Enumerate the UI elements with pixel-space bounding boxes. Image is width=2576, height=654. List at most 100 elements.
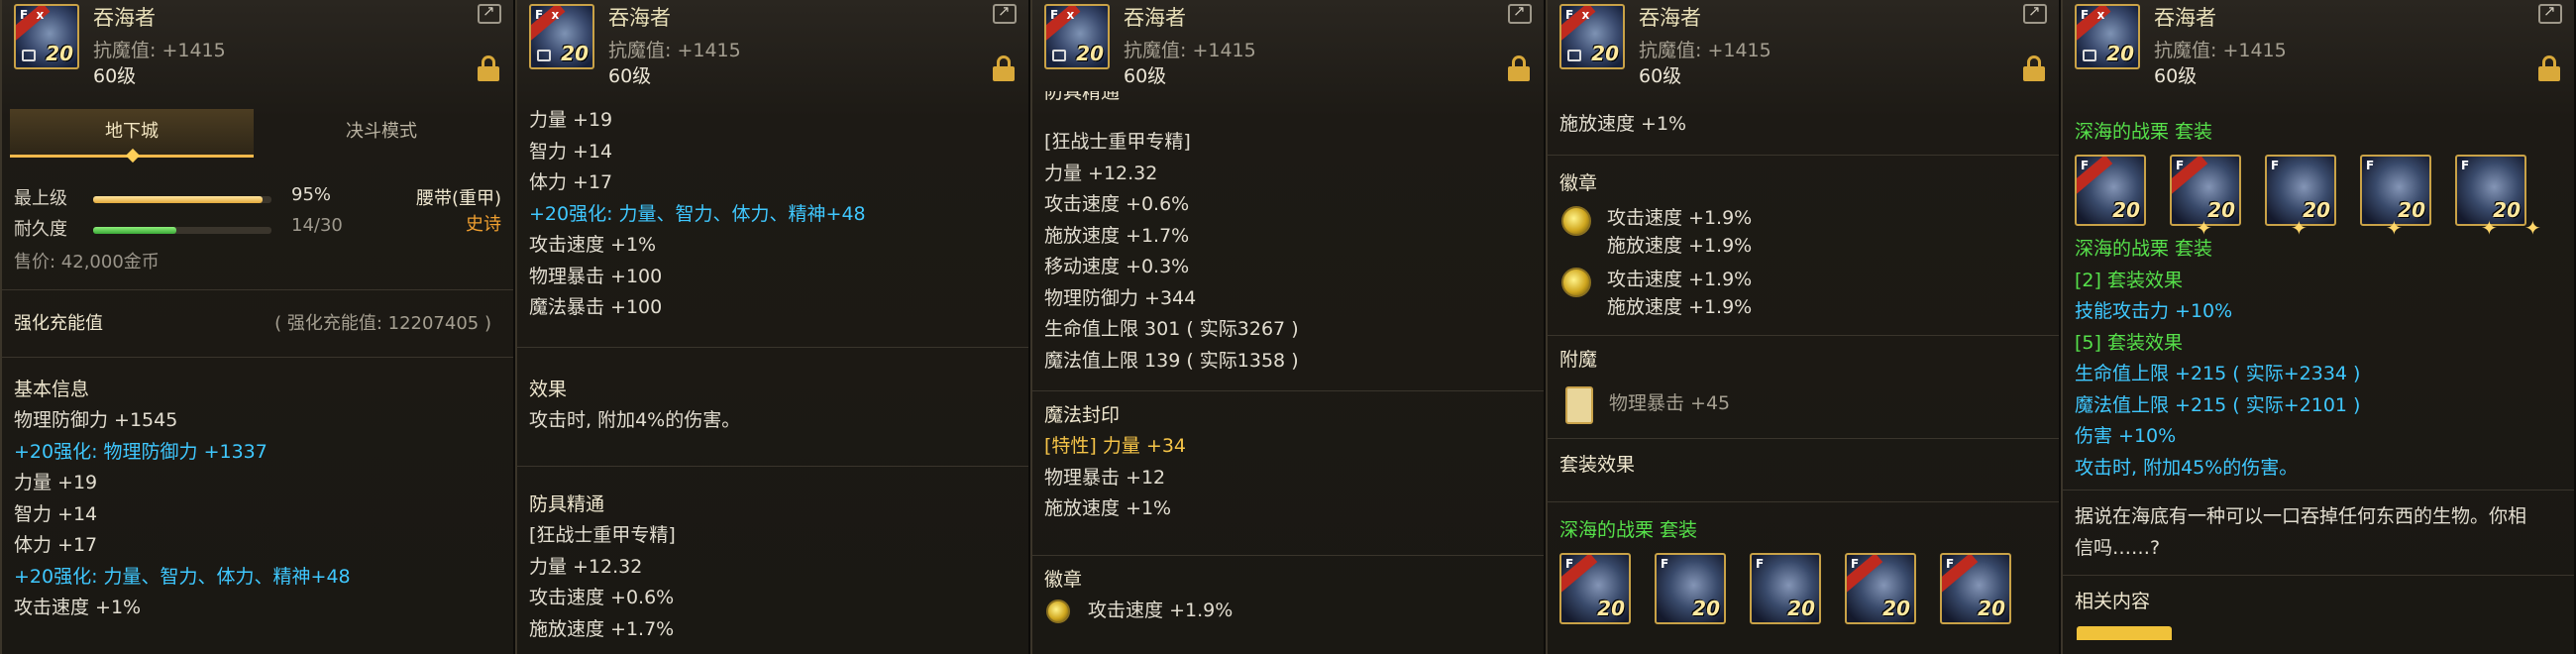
lock-icon[interactable] (2538, 55, 2560, 81)
stat-line: 攻击速度 +1% (529, 234, 657, 256)
stat-line: 智力 +14 (529, 140, 613, 163)
emblem-line: 攻击速度 +1.9% (1032, 596, 1544, 627)
reinforce-label: 强化充能值 (14, 313, 103, 334)
magic-seal-title: 魔法封印 (1044, 404, 1121, 426)
item-attribute: 抗魔值: +1415 (1639, 40, 1771, 61)
enchant-stat: 物理暴击 +45 (1609, 392, 1731, 414)
set-icon-level: 20 (1597, 597, 1625, 620)
item-level: 60级 (608, 65, 652, 87)
item-icon-level: 20 (561, 42, 589, 65)
item-name: 吞海者 (1639, 6, 1701, 30)
share-icon[interactable] (1508, 2, 1532, 24)
related-title: 相关内容 (2075, 591, 2151, 612)
related-button[interactable] (2077, 626, 2172, 640)
seal-trait: [特性] 力量 +34 (1044, 435, 1187, 457)
emblem-stat: 施放速度 +1.9% (1607, 235, 1753, 257)
stat-line: 施放速度 +1% (1044, 497, 1172, 519)
item-name: 吞海者 (1124, 6, 1186, 30)
lock-mini-icon (537, 50, 551, 61)
rarity-label: 史诗 (466, 214, 501, 235)
item-attribute: 抗魔值: +1415 (2154, 40, 2287, 61)
enchant-title: 附魔 (1559, 349, 1598, 371)
set-bonus-line: 魔法值上限 +215 ( 实际+2101 ) (2075, 393, 2361, 416)
basic-info-title: 基本信息 (14, 379, 90, 400)
share-icon[interactable] (993, 2, 1017, 24)
set-bonus-title: [2] 套装效果 (2075, 269, 2183, 291)
stat-line: 智力 +14 (14, 502, 98, 525)
set-item-icon[interactable]: F 20 (1750, 553, 1821, 624)
effect-title: 效果 (529, 379, 568, 400)
emblem-gem-icon (1561, 268, 1591, 297)
set-item-icon[interactable]: F 20 (1655, 553, 1726, 624)
lock-icon[interactable] (993, 55, 1015, 81)
lock-icon[interactable] (478, 55, 499, 81)
set-icon-level: 20 (1692, 597, 1720, 620)
item-icon[interactable]: F x 20 (2075, 4, 2140, 69)
set-bonus-line: 生命值上限 +215 ( 实际+2334 ) (2075, 363, 2361, 384)
set-item-icon[interactable]: F 20 (1940, 553, 2011, 624)
set-bonus-line: 攻击时, 附加45%的伤害。 (2075, 456, 2299, 479)
stat-line: 物理暴击 +100 (529, 265, 663, 287)
stat-line: 攻击速度 +0.6% (1044, 193, 1190, 215)
emblem-stat: 攻击速度 +1.9% (1607, 269, 1753, 290)
emblem-stat: 攻击速度 +1.9% (1607, 207, 1753, 229)
set-name: 深海的战栗 套装 (1559, 519, 1698, 541)
lock-icon[interactable] (2023, 55, 2045, 81)
lock-mini-icon (1567, 50, 1581, 61)
stat-line: [狂战士重甲专精] (529, 524, 676, 546)
set-bonus-line: 技能攻击力 +10% (2075, 300, 2233, 322)
mode-tabs: 地下城 决斗模式 (10, 109, 505, 164)
lock-mini-icon (22, 50, 36, 61)
lore-text: 信吗……? (2075, 536, 2161, 559)
share-icon[interactable] (478, 2, 501, 24)
emblem-gem-icon (1561, 206, 1591, 240)
stat-line: +20强化: 力量、智力、体力、精神+48 (529, 202, 866, 225)
slot-type: 腰带(重甲) (415, 188, 501, 209)
stat-line: 魔法暴击 +100 (529, 296, 663, 318)
item-icon-fx: F x (2081, 8, 2105, 22)
lore-text: 据说在海底有一种可以一口吞掉任何东西的生物。你相 (2075, 505, 2527, 527)
stat-line: 物理暴击 +12 (1044, 466, 1166, 489)
emblem-title: 徽章 (1559, 172, 1598, 194)
grade-label: 最上级 (14, 188, 67, 209)
set-item-icon[interactable]: F 20 (2075, 155, 2146, 226)
share-icon[interactable] (2023, 2, 2047, 24)
set-item-icon[interactable]: F 20 (1559, 553, 1631, 624)
set-bonus-line: 伤害 +10% (2075, 425, 2177, 447)
lock-mini-icon (2083, 50, 2096, 61)
durability-label: 耐久度 (14, 219, 67, 240)
item-level: 60级 (1124, 65, 1167, 87)
set-item-icon[interactable]: F 20 (1845, 553, 1916, 624)
tooltip-panel-5: F x 20 吞海者 抗魔值: +1415 60级 深海的战栗 套装 F20 F… (2061, 0, 2576, 654)
stat-line: 力量 +19 (529, 109, 613, 131)
emblem-gem-icon (1046, 599, 1070, 623)
set-icon-level: 20 (1882, 597, 1910, 620)
item-icon[interactable]: F x 20 (529, 4, 594, 69)
tab-duel[interactable]: 决斗模式 (260, 109, 503, 155)
item-name: 吞海者 (608, 6, 671, 30)
item-attribute: 抗魔值: +1415 (93, 40, 226, 61)
set-name-secondary: 深海的战栗 套装 (2075, 238, 2213, 260)
item-header: F x 20 吞海者 抗魔值: +1415 60级 (1032, 0, 1544, 95)
item-header: F x 20 吞海者 抗魔值: +1415 60级 (2063, 0, 2574, 95)
item-icon[interactable]: F x 20 (1044, 4, 1110, 69)
enchant-card-icon (1565, 386, 1593, 424)
grade-bar (93, 196, 271, 203)
stat-line: 物理防御力 +1545 (14, 409, 178, 431)
stat-line: 施放速度 +1.7% (529, 617, 675, 640)
item-icon[interactable]: F x 20 (14, 4, 79, 69)
share-icon[interactable] (2538, 2, 2562, 24)
stat-line: [狂战士重甲专精] (1044, 131, 1191, 153)
item-header: F x 20 吞海者 抗魔值: +1415 60级 (517, 0, 1028, 95)
lock-icon[interactable] (1508, 55, 1530, 81)
item-level: 60级 (93, 65, 137, 87)
item-attribute: 抗魔值: +1415 (1124, 40, 1256, 61)
item-icon-fx: F x (535, 8, 560, 22)
item-name: 吞海者 (2154, 6, 2216, 30)
set-icon-level: 20 (2112, 198, 2140, 222)
item-icon-fx: F x (1565, 8, 1590, 22)
armor-mastery-title: 防具精通 (529, 493, 605, 515)
stat-line: 施放速度 +1% (1559, 113, 1687, 135)
emblem-gem-icon (1561, 268, 1591, 301)
item-icon[interactable]: F x 20 (1559, 4, 1625, 69)
